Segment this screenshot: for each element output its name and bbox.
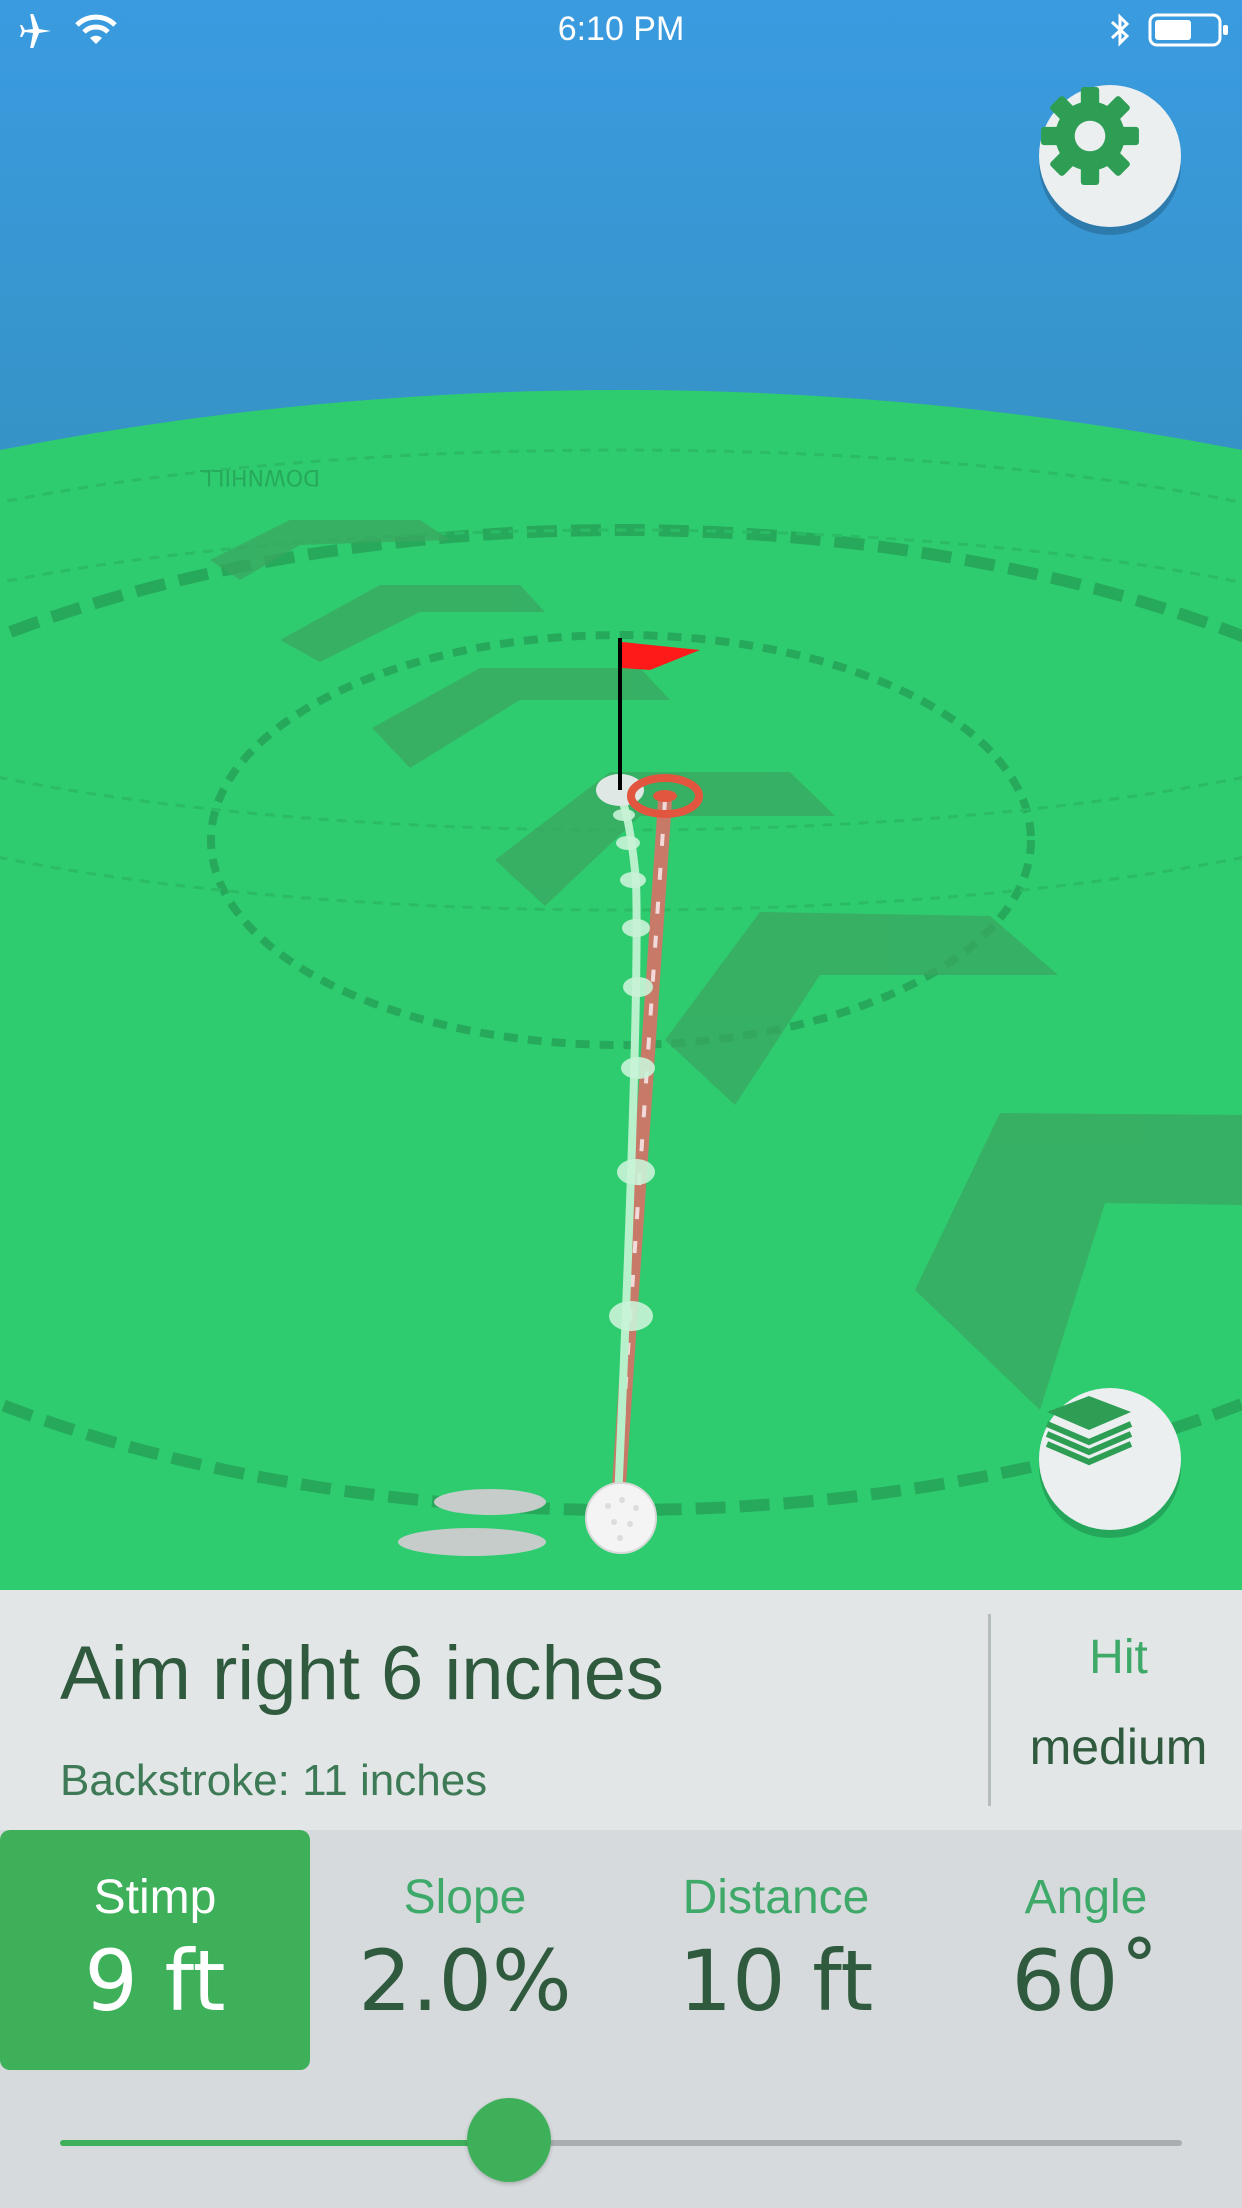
layers-icon xyxy=(1045,1396,1133,1466)
green-graphic: DOWNHILL xyxy=(0,0,1242,1590)
stat-angle[interactable]: Angle 60˚ xyxy=(931,1830,1241,2070)
slider-track-filled[interactable] xyxy=(60,2140,509,2146)
stats-bar: Stimp 9 ft Slope 2.0% Distance 10 ft Ang… xyxy=(0,1830,1242,2208)
bluetooth-icon xyxy=(1110,13,1130,47)
divider xyxy=(988,1614,991,1806)
stat-value: 2.0% xyxy=(358,1932,572,2030)
stat-label: Stimp xyxy=(93,1871,217,1924)
layers-button[interactable] xyxy=(1039,1388,1181,1530)
stat-label: Distance xyxy=(682,1871,870,1924)
battery-icon xyxy=(1148,13,1228,47)
slider-thumb[interactable] xyxy=(466,2098,551,2182)
stat-label: Angle xyxy=(1024,1871,1148,1924)
stat-value: 9 ft xyxy=(84,1932,226,2030)
gear-icon xyxy=(1041,87,1139,185)
stat-slope[interactable]: Slope 2.0% xyxy=(310,1830,620,2070)
aim-instruction: Aim right 6 inches xyxy=(60,1631,665,1716)
golf-ball xyxy=(585,1482,657,1554)
backstroke-text: Backstroke: 11 inches xyxy=(60,1756,488,1805)
stat-label: Slope xyxy=(403,1871,527,1924)
putting-green-scene: DOWNHILL 6:10 PM xyxy=(0,0,1242,1590)
slider-track[interactable] xyxy=(508,2140,1182,2146)
downhill-label: DOWNHILL xyxy=(199,464,320,489)
status-bar: 6:10 PM xyxy=(0,0,1242,62)
stat-distance[interactable]: Distance 10 ft xyxy=(621,1830,931,2070)
aim-info-panel: Aim right 6 inches Backstroke: 11 inches… xyxy=(0,1590,1242,1830)
hit-value: medium xyxy=(1029,1719,1208,1775)
hit-label: Hit xyxy=(1089,1631,1148,1684)
status-time: 6:10 PM xyxy=(557,10,685,48)
stat-value: 10 ft xyxy=(678,1932,874,2030)
stat-value: 60˚ xyxy=(1011,1932,1161,2030)
stat-stimp[interactable]: Stimp 9 ft xyxy=(0,1830,310,2070)
settings-button[interactable] xyxy=(1039,85,1181,227)
